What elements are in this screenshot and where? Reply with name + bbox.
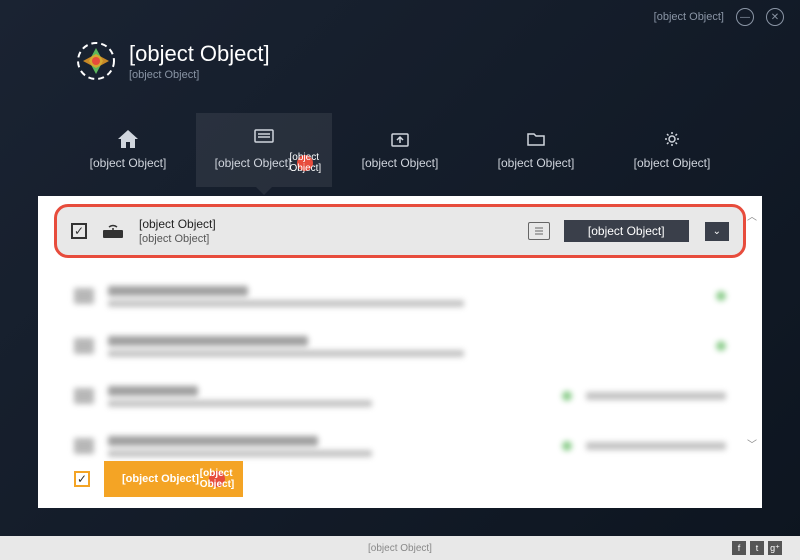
driver-row — [74, 324, 726, 368]
tab-label: [object Object] — [634, 156, 711, 170]
copyright-text: [object Object] — [368, 543, 432, 554]
app-logo-icon — [75, 40, 117, 82]
driver-title: [object Object] — [139, 217, 514, 231]
content-panel: [object Object] [object Object] [object … — [38, 196, 762, 508]
tab-label: [object Object] — [215, 156, 292, 170]
folder-icon — [526, 130, 546, 148]
scroll-down-icon[interactable]: ﹀ — [746, 436, 758, 448]
home-icon — [118, 130, 138, 148]
status-bar: [object Object] f t g⁺ — [0, 536, 800, 560]
facebook-icon[interactable]: f — [732, 541, 746, 555]
footer-row: [object Object] [object Object] — [74, 460, 726, 498]
tab-settings[interactable]: [object Object] — [604, 113, 740, 187]
tab-driver-updates[interactable]: [object Object] [object Object] — [196, 113, 332, 187]
download-badge: [object Object] — [209, 471, 225, 487]
tab-label: [object Object] — [90, 156, 167, 170]
main-tabs: [object Object] [object Object] [object … — [60, 113, 740, 187]
driver-list-blurred — [74, 274, 726, 474]
close-button[interactable]: ✕ — [766, 8, 784, 26]
driver-subtitle: [object Object] — [139, 233, 514, 245]
updates-badge: [object Object] — [297, 155, 313, 171]
update-dropdown[interactable]: ⌄ — [705, 222, 729, 241]
scroll-up-icon[interactable]: ︿ — [746, 208, 758, 220]
logo-area: [object Object] [object Object] — [75, 40, 270, 82]
titlebar: [object Object] — ✕ — [638, 0, 800, 34]
backup-icon — [390, 130, 410, 148]
details-icon[interactable] — [528, 222, 550, 240]
gear-icon — [662, 130, 682, 148]
social-links: f t g⁺ — [732, 541, 782, 555]
scrollbar[interactable]: ︿ ﹀ — [746, 208, 758, 448]
google-plus-icon[interactable]: g⁺ — [768, 541, 782, 555]
driver-row — [74, 374, 726, 418]
monitor-icon — [254, 129, 274, 147]
driver-row-highlighted[interactable]: [object Object] [object Object] [object … — [54, 204, 746, 258]
modem-icon — [101, 222, 125, 240]
driver-checkbox[interactable] — [71, 223, 87, 239]
update-button[interactable]: [object Object] — [564, 220, 689, 242]
minimize-button[interactable]: — — [736, 8, 754, 26]
help-link[interactable]: [object Object] — [654, 11, 724, 23]
driver-row — [74, 274, 726, 318]
tab-label: [object Object] — [362, 156, 439, 170]
download-install-button[interactable]: [object Object] [object Object] — [104, 461, 243, 497]
tab-backup[interactable]: [object Object] — [332, 113, 468, 187]
app-title: [object Object] — [129, 41, 270, 67]
select-all-checkbox[interactable] — [74, 471, 90, 487]
app-subtitle: [object Object] — [129, 69, 270, 81]
tab-label: [object Object] — [498, 156, 575, 170]
tab-restore[interactable]: [object Object] — [468, 113, 604, 187]
tab-home[interactable]: [object Object] — [60, 113, 196, 187]
twitter-icon[interactable]: t — [750, 541, 764, 555]
